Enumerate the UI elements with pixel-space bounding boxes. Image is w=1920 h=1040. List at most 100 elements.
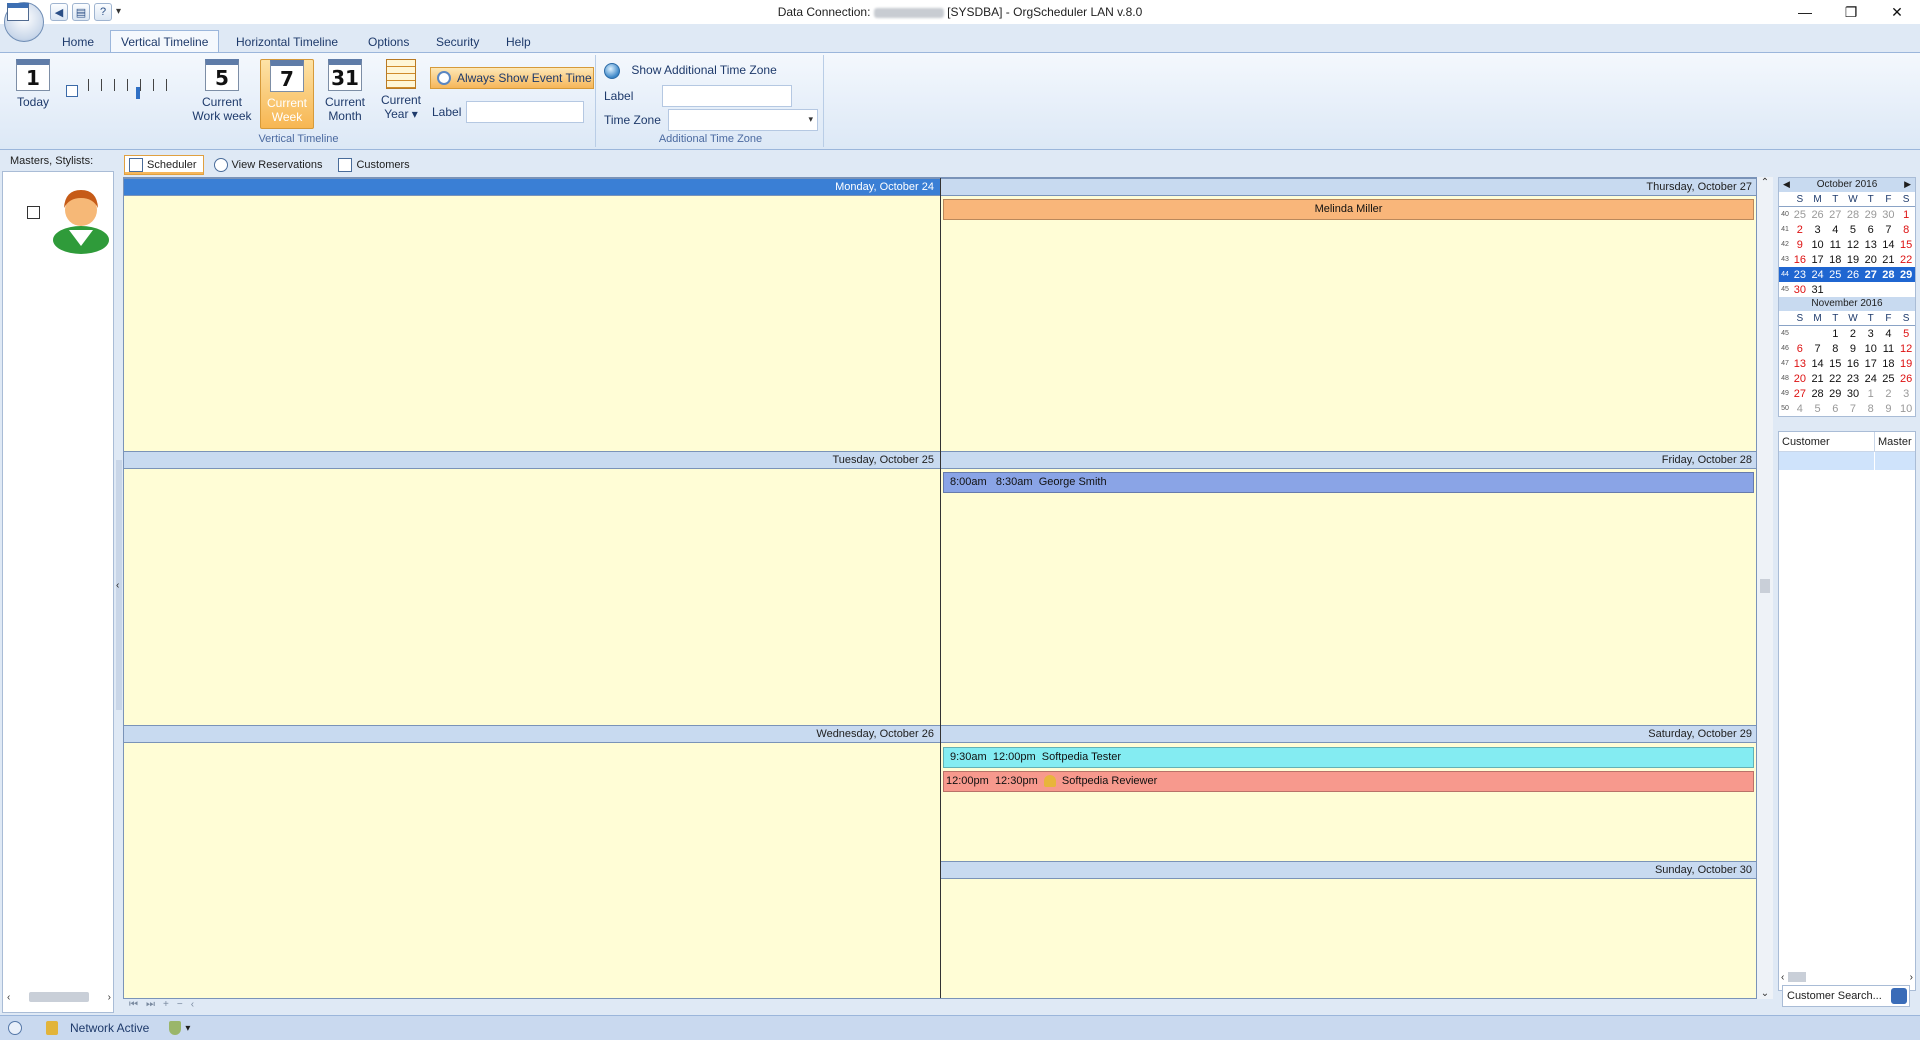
calendar-day[interactable]: 9 [1791, 239, 1809, 251]
calendar-day[interactable]: 26 [1809, 209, 1827, 221]
calendar-day[interactable]: 2 [1791, 224, 1809, 236]
show-additional-time-zone-toggle[interactable]: Show Additional Time Zone [604, 63, 777, 79]
calendar-day[interactable]: 12 [1897, 343, 1915, 355]
calendar-day[interactable]: 21 [1880, 254, 1898, 266]
calendar-day[interactable]: 11 [1880, 343, 1898, 355]
today-button[interactable]: 1 Today [6, 59, 60, 129]
shield-icon[interactable] [169, 1021, 182, 1035]
calendar-week-row[interactable]: 45 1 2 3 4 5 [1779, 326, 1915, 341]
calendar-day[interactable]: 8 [1862, 403, 1880, 415]
slider-thumb[interactable] [136, 87, 140, 99]
appointment[interactable]: Melinda Miller [943, 199, 1754, 220]
current-work-week-button[interactable]: 5 Current Work week [192, 59, 252, 129]
tab-scheduler[interactable]: Scheduler [124, 155, 204, 175]
customer-search-button[interactable]: Customer Search... [1782, 985, 1910, 1007]
calendar-day[interactable]: 21 [1809, 373, 1827, 385]
remove-icon[interactable]: − [177, 999, 183, 1013]
calendar-day[interactable]: 20 [1791, 373, 1809, 385]
calendar-week-row[interactable]: 40 25 26 27 28 29 30 1 [1779, 207, 1915, 222]
calendar-day[interactable]: 9 [1844, 343, 1862, 355]
calendar-day[interactable]: 3 [1862, 328, 1880, 340]
prev-month-icon[interactable]: ◀ [1783, 179, 1790, 190]
add-icon[interactable]: + [163, 999, 169, 1013]
chevron-down-icon[interactable]: ⌄ [1757, 988, 1773, 999]
day-thursday[interactable]: Thursday, October 27 Melinda Miller [941, 178, 1756, 451]
day-tuesday[interactable]: Tuesday, October 25 [124, 451, 940, 725]
column-master[interactable]: Master [1875, 432, 1915, 451]
calendar-day[interactable]: 26 [1844, 269, 1862, 281]
calendar-day[interactable]: 5 [1809, 403, 1827, 415]
calendar-day[interactable]: 10 [1897, 403, 1915, 415]
calendar-day[interactable]: 28 [1880, 269, 1898, 281]
calendar-day[interactable]: 1 [1826, 328, 1844, 340]
chevron-left-icon[interactable]: ‹ [1781, 972, 1784, 986]
day-wednesday[interactable]: Wednesday, October 26 [124, 725, 940, 998]
calendar-day[interactable]: 13 [1791, 358, 1809, 370]
label-input[interactable] [466, 101, 584, 123]
calendar-day[interactable]: 27 [1826, 209, 1844, 221]
calendar-day[interactable]: 2 [1844, 328, 1862, 340]
calendar-day[interactable]: 15 [1826, 358, 1844, 370]
master-checkbox[interactable] [27, 206, 40, 219]
calendar-week-row[interactable]: 47 13 14 15 16 17 18 19 [1779, 356, 1915, 371]
calendar-day[interactable]: 27 [1791, 388, 1809, 400]
calendar-day[interactable]: 12 [1844, 239, 1862, 251]
scroll-thumb[interactable] [1788, 972, 1807, 982]
tab-security[interactable]: Security [426, 32, 489, 52]
lock-icon[interactable] [46, 1021, 58, 1035]
calendar-day[interactable]: 6 [1791, 343, 1809, 355]
calendar-day[interactable]: 24 [1809, 269, 1827, 281]
day-saturday[interactable]: Saturday, October 29 9:30am 12:00pm Soft… [941, 725, 1756, 861]
week-scheduler[interactable]: Monday, October 24 Tuesday, October 25 W… [123, 177, 1757, 999]
day-friday[interactable]: Friday, October 28 8:00am 8:30am George … [941, 451, 1756, 725]
calendar-day[interactable]: 19 [1897, 358, 1915, 370]
tab-horizontal-timeline[interactable]: Horizontal Timeline [226, 32, 348, 52]
calendar-day[interactable]: 1 [1897, 209, 1915, 221]
calendar-day[interactable]: 14 [1880, 239, 1898, 251]
calendar-day[interactable]: 23 [1791, 269, 1809, 281]
tab-vertical-timeline[interactable]: Vertical Timeline [110, 30, 220, 52]
calendar-week-row[interactable]: 42 9 10 11 12 13 14 15 [1779, 237, 1915, 252]
calendar-day[interactable]: 22 [1897, 254, 1915, 266]
last-icon[interactable]: ⏭ [146, 999, 155, 1013]
calendar-day[interactable]: 14 [1809, 358, 1827, 370]
calendar-day[interactable]: 26 [1897, 373, 1915, 385]
tz-label-input[interactable] [662, 85, 792, 107]
always-show-event-time-button[interactable]: Always Show Event Time [430, 67, 594, 89]
calendar-day[interactable]: 7 [1880, 224, 1898, 236]
calendar-day[interactable]: 20 [1862, 254, 1880, 266]
day-sunday[interactable]: Sunday, October 30 [941, 861, 1756, 998]
calendar-day[interactable]: 30 [1880, 209, 1898, 221]
app-menu-button[interactable] [4, 2, 44, 42]
zoom-slider[interactable] [66, 75, 176, 105]
calendar-day[interactable]: 8 [1826, 343, 1844, 355]
next-month-icon[interactable]: ▶ [1904, 179, 1911, 190]
restore-button[interactable]: ❐ [1828, 0, 1874, 24]
connection-icon[interactable] [8, 1021, 22, 1035]
calendar-day[interactable]: 3 [1809, 224, 1827, 236]
chevron-up-icon[interactable]: ⌃ [1757, 177, 1773, 188]
calendar-day[interactable]: 4 [1880, 328, 1898, 340]
calendar-day[interactable]: 28 [1809, 388, 1827, 400]
appointment[interactable]: 8:00am 8:30am George Smith [943, 472, 1754, 493]
calendar-day[interactable]: 18 [1826, 254, 1844, 266]
calendar-day[interactable]: 1 [1862, 388, 1880, 400]
customer-grid[interactable]: Customer Master ‹ › [1778, 431, 1916, 991]
calendar-day[interactable]: 31 [1809, 284, 1827, 296]
calendar-day[interactable]: 28 [1844, 209, 1862, 221]
current-year-button[interactable]: Current Year ▾ [374, 59, 428, 129]
calendar-week-row[interactable]: 48 20 21 22 23 24 25 26 [1779, 371, 1915, 386]
calendar-day[interactable]: 17 [1809, 254, 1827, 266]
calendar-day[interactable]: 4 [1791, 403, 1809, 415]
grid-horizontal-scrollbar[interactable]: ‹ › [1781, 972, 1913, 986]
scroll-thumb[interactable] [1760, 579, 1770, 593]
date-navigator[interactable]: ◀ October 2016 ▶ SMTWTFS 40 25 26 27 28 29 30 1… [1778, 177, 1916, 417]
calendar-day[interactable]: 3 [1897, 388, 1915, 400]
calendar-day[interactable]: 10 [1809, 239, 1827, 251]
close-button[interactable]: ✕ [1874, 0, 1920, 24]
calendar-day[interactable]: 10 [1862, 343, 1880, 355]
calendar-day[interactable]: 16 [1791, 254, 1809, 266]
appointment[interactable]: 9:30am 12:00pm Softpedia Tester [943, 747, 1754, 768]
calendar-day[interactable]: 17 [1862, 358, 1880, 370]
scroll-thumb[interactable] [29, 992, 89, 1002]
